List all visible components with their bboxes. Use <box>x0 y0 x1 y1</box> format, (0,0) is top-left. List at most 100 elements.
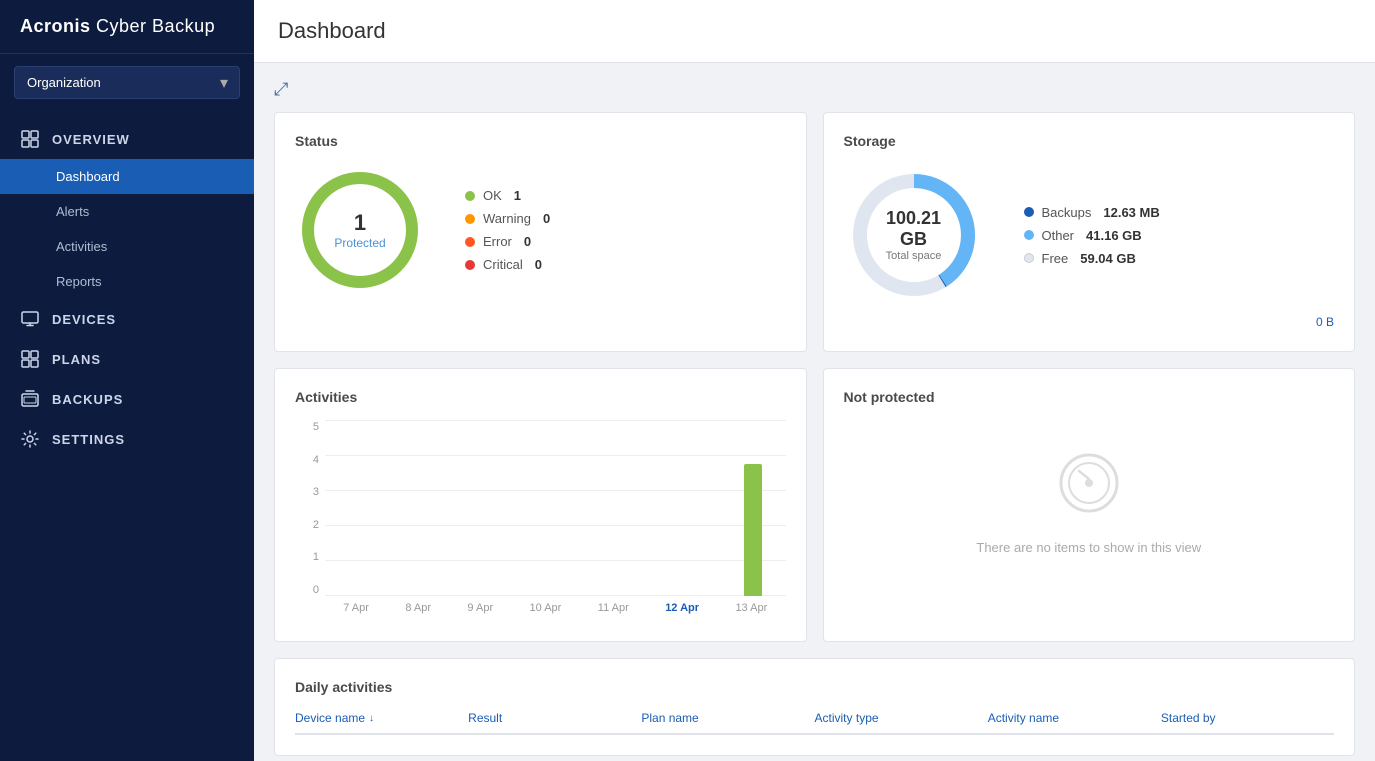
other-dot <box>1024 230 1034 240</box>
app-logo: Acronis Cyber Backup <box>0 0 254 54</box>
col-activity-name-label: Activity name <box>988 711 1059 725</box>
warning-dot <box>465 214 475 224</box>
nav-group-backups[interactable]: BACKUPS <box>0 379 254 419</box>
x-label-9apr: 9 Apr <box>467 602 493 614</box>
error-label: Error <box>483 234 512 249</box>
backups-dot <box>1024 207 1034 217</box>
page-header: Dashboard <box>254 0 1375 63</box>
not-protected-empty-text: There are no items to show in this view <box>976 540 1201 555</box>
nav-group-plans-label: PLANS <box>52 352 101 367</box>
col-device-name-label: Device name <box>295 711 365 725</box>
error-value: 0 <box>524 234 531 249</box>
expand-button[interactable]: ⤢ <box>274 79 288 100</box>
sidebar: Acronis Cyber Backup Organization OVERVI… <box>0 0 254 761</box>
ok-value: 1 <box>514 188 521 203</box>
x-labels: 7 Apr 8 Apr 9 Apr 10 Apr 11 Apr 12 Apr 1… <box>325 602 786 614</box>
x-label-10apr: 10 Apr <box>530 602 562 614</box>
status-center-num: 1 <box>334 210 385 236</box>
col-started-by-label: Started by <box>1161 711 1216 725</box>
status-donut-center: 1 Protected <box>334 210 385 250</box>
daily-activities-card: Daily activities Device name ↓ Result Pl… <box>274 658 1355 756</box>
col-activity-type[interactable]: Activity type <box>815 711 988 725</box>
sort-down-icon: ↓ <box>369 713 374 724</box>
org-dropdown-wrap[interactable]: Organization <box>14 66 240 99</box>
storage-card-title: Storage <box>844 133 1335 149</box>
y-label-0: 0 <box>295 584 323 596</box>
sidebar-item-activities[interactable]: Activities <box>0 229 254 264</box>
critical-dot <box>465 260 475 270</box>
nav-group-devices-label: DEVICES <box>52 312 116 327</box>
daily-table-header: Device name ↓ Result Plan name Activity … <box>295 711 1334 735</box>
page-title: Dashboard <box>278 18 386 43</box>
critical-label: Critical <box>483 257 523 272</box>
col-started-by[interactable]: Started by <box>1161 711 1334 725</box>
x-label-13apr: 13 Apr <box>735 602 767 614</box>
sidebar-item-alerts[interactable]: Alerts <box>0 194 254 229</box>
free-label: Free <box>1042 251 1069 266</box>
free-dot <box>1024 253 1034 263</box>
col-activity-name[interactable]: Activity name <box>988 711 1161 725</box>
nav-section: OVERVIEW Dashboard Alerts Activities Rep… <box>0 111 254 467</box>
other-value: 41.16 GB <box>1086 228 1142 243</box>
y-label-1: 1 <box>295 551 323 563</box>
storage-center-label: Total space <box>879 250 949 262</box>
nav-group-devices[interactable]: DEVICES <box>0 299 254 339</box>
warning-value: 0 <box>543 211 550 226</box>
status-card-title: Status <box>295 133 786 149</box>
grid-icon <box>20 129 40 149</box>
x-label-12apr: 12 Apr <box>665 602 699 614</box>
org-dropdown[interactable]: Organization <box>14 66 240 99</box>
gear-icon <box>20 429 40 449</box>
cards-row-1: Status 1 Protected <box>274 112 1355 352</box>
legend-error: Error 0 <box>465 234 550 249</box>
backups-label: Backups <box>1042 205 1092 220</box>
col-plan-name[interactable]: Plan name <box>641 711 814 725</box>
legend-critical: Critical 0 <box>465 257 550 272</box>
not-protected-title: Not protected <box>844 389 1335 405</box>
nav-group-overview-label: OVERVIEW <box>52 132 130 147</box>
ok-dot <box>465 191 475 201</box>
backups-value: 12.63 MB <box>1103 205 1159 220</box>
status-donut: 1 Protected <box>295 165 425 295</box>
col-device-name[interactable]: Device name ↓ <box>295 711 468 725</box>
activities-chart: 0 1 2 3 4 5 <box>295 421 786 621</box>
sidebar-item-reports[interactable]: Reports <box>0 264 254 299</box>
x-label-8apr: 8 Apr <box>405 602 431 614</box>
ok-label: OK <box>483 188 502 203</box>
y-labels: 0 1 2 3 4 5 <box>295 421 323 596</box>
y-label-3: 3 <box>295 486 323 498</box>
free-value: 59.04 GB <box>1080 251 1136 266</box>
nav-group-settings-label: SETTINGS <box>52 432 125 447</box>
bar-13apr <box>744 464 762 596</box>
nav-group-plans[interactable]: PLANS <box>0 339 254 379</box>
error-dot <box>465 237 475 247</box>
storage-legend: Backups 12.63 MB Other 41.16 GB Free 59.… <box>1024 205 1160 266</box>
backups-icon <box>20 389 40 409</box>
app-product: Cyber Backup <box>91 16 216 36</box>
empty-gauge-icon <box>1057 451 1121 528</box>
storage-card-inner: 100.21 GB Total space Backups 12.63 MB O <box>844 165 1335 305</box>
storage-link[interactable]: 0 B <box>1316 315 1334 329</box>
nav-group-backups-label: BACKUPS <box>52 392 123 407</box>
storage-legend-free: Free 59.04 GB <box>1024 251 1160 266</box>
x-label-11apr: 11 Apr <box>598 602 629 614</box>
not-protected-card: Not protected There are no items to show… <box>823 368 1356 642</box>
col-plan-name-label: Plan name <box>641 711 698 725</box>
warning-label: Warning <box>483 211 531 226</box>
status-legend: OK 1 Warning 0 Error 0 <box>465 188 550 272</box>
nav-group-overview[interactable]: OVERVIEW <box>0 119 254 159</box>
nav-group-settings[interactable]: SETTINGS <box>0 419 254 459</box>
monitor-icon <box>20 309 40 329</box>
sidebar-item-dashboard[interactable]: Dashboard <box>0 159 254 194</box>
status-card-inner: 1 Protected OK 1 Warning 0 <box>295 165 786 295</box>
daily-activities-title: Daily activities <box>295 679 1334 695</box>
critical-value: 0 <box>535 257 542 272</box>
main-area: Dashboard ⤢ Status <box>254 0 1375 761</box>
app-brand: Acronis <box>20 16 91 36</box>
other-label: Other <box>1042 228 1075 243</box>
main-content: ⤢ Status 1 Pro <box>254 63 1375 761</box>
bars-container <box>325 421 786 596</box>
col-result[interactable]: Result <box>468 711 641 725</box>
storage-legend-other: Other 41.16 GB <box>1024 228 1160 243</box>
y-label-4: 4 <box>295 454 323 466</box>
